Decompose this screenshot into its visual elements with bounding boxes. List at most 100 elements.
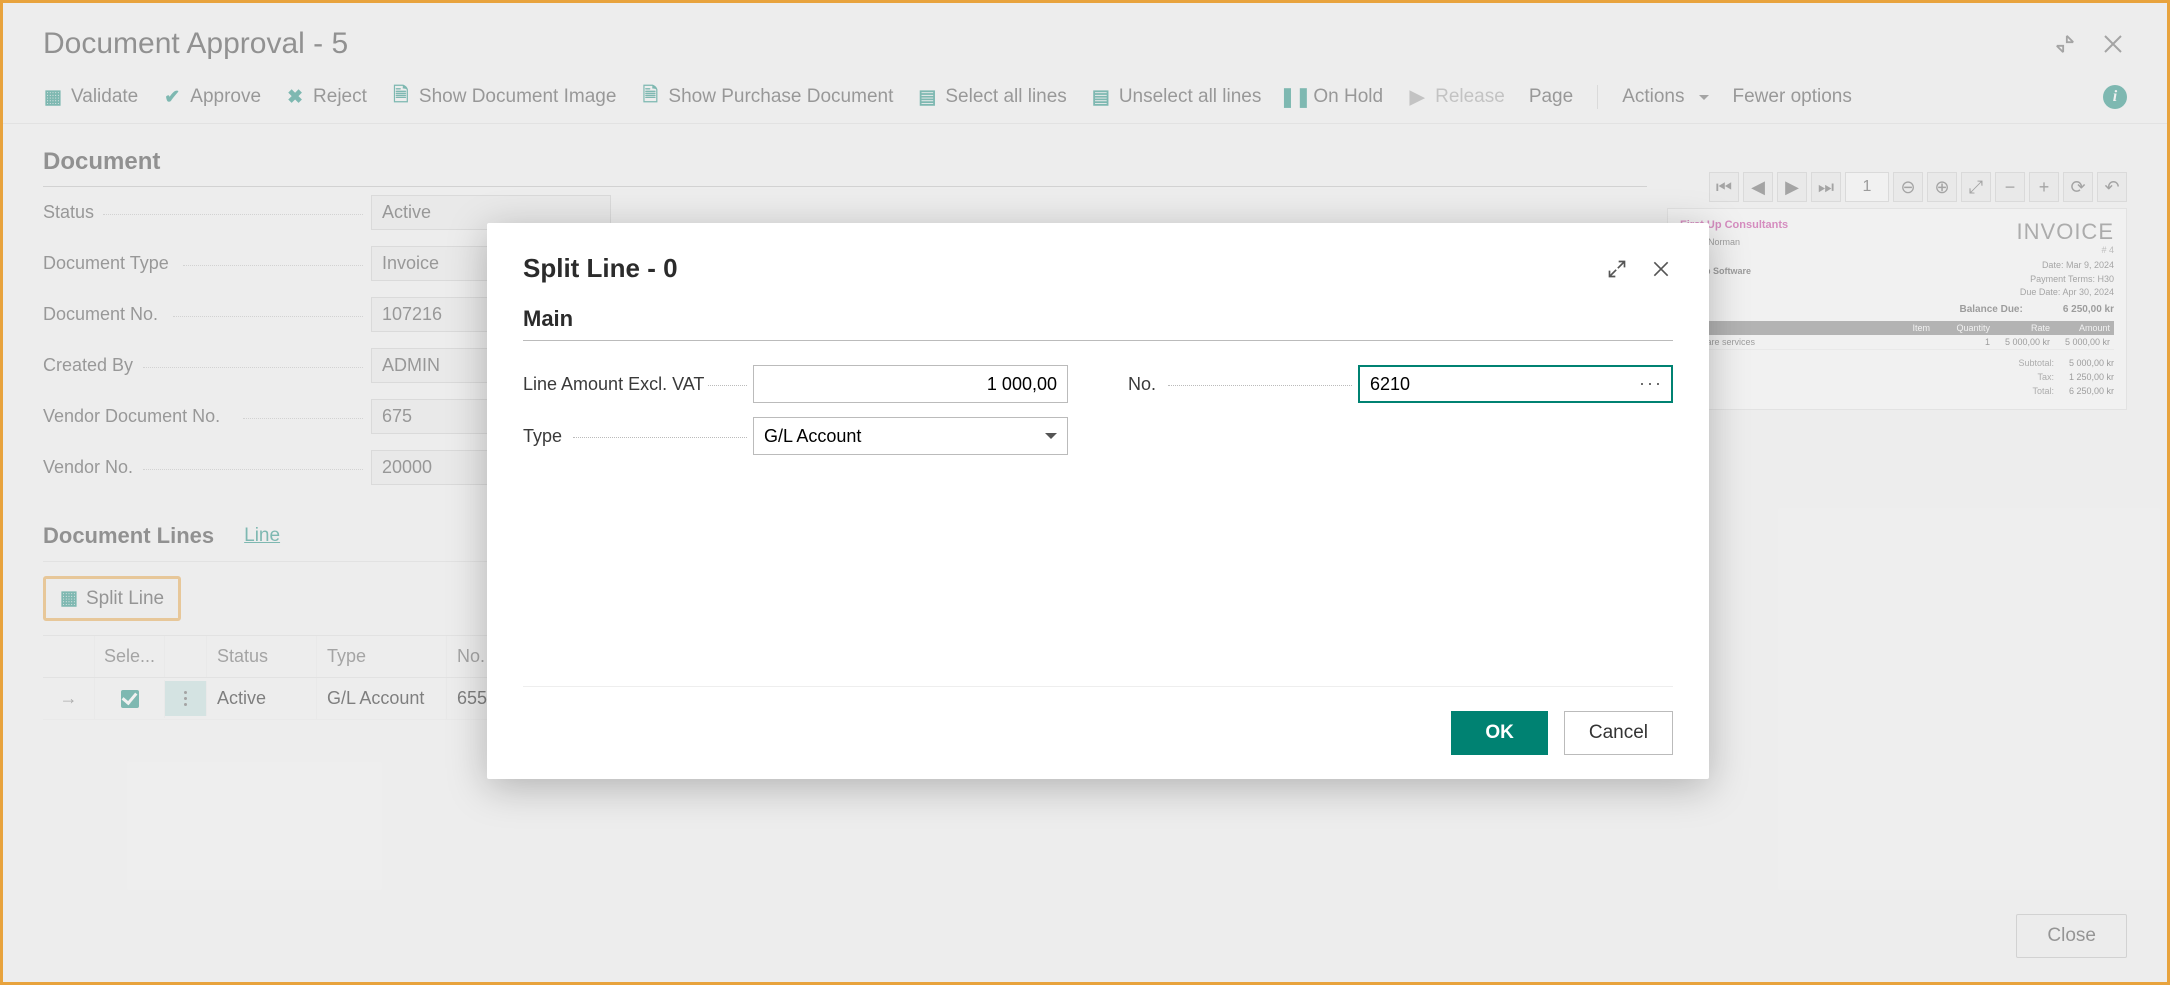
- inv-tax: 1 250,00 kr: [2054, 370, 2114, 384]
- row-menu[interactable]: [165, 681, 207, 716]
- line-amount-input[interactable]: [753, 365, 1068, 403]
- invoice-balance-label: Balance Due:: [1959, 304, 2022, 315]
- reject-button[interactable]: ✖ Reject: [285, 86, 367, 108]
- vendorno-label: Vendor No.: [43, 457, 363, 478]
- modal-section-title: Main: [523, 306, 1673, 341]
- vendordoc-label: Vendor Document No.: [43, 406, 363, 427]
- invoice-terms-label: Payment Terms:: [2030, 274, 2095, 284]
- type-select[interactable]: G/L Account: [753, 417, 1068, 455]
- unselect-all-label: Unselect all lines: [1119, 86, 1262, 108]
- release-button: ▶ Release: [1407, 86, 1505, 108]
- row-status: Active: [207, 678, 317, 719]
- fewer-options-button[interactable]: Fewer options: [1733, 86, 1852, 108]
- inv-th-amount: Amount: [2050, 323, 2110, 333]
- page-title: Document Approval - 5: [43, 27, 348, 61]
- no-input[interactable]: [1358, 365, 1673, 403]
- docno-label: Document No.: [43, 304, 363, 325]
- select-all-label: Select all lines: [945, 86, 1066, 108]
- th-type[interactable]: Type: [317, 636, 447, 677]
- th-status[interactable]: Status: [207, 636, 317, 677]
- type-label: Type: [523, 426, 753, 447]
- show-purchase-doc-label: Show Purchase Document: [668, 86, 893, 108]
- validate-icon: ▦: [43, 87, 63, 107]
- check-icon: ✔: [162, 87, 182, 107]
- toolbar-separator: [1597, 85, 1598, 109]
- play-icon: ▶: [1407, 87, 1427, 107]
- row-checkbox[interactable]: [121, 690, 139, 708]
- show-purchase-doc-button[interactable]: 🗎 Show Purchase Document: [640, 86, 893, 108]
- expand-icon[interactable]: [1605, 257, 1629, 281]
- chevron-down-icon: [1045, 433, 1057, 445]
- on-hold-button[interactable]: ❚❚ On Hold: [1285, 86, 1383, 108]
- fewer-options-label: Fewer options: [1733, 86, 1852, 108]
- line-link[interactable]: Line: [244, 525, 280, 547]
- status-label: Status: [43, 202, 363, 223]
- invoice-no: # 4: [1959, 245, 2114, 255]
- split-line-icon: ▦: [60, 587, 78, 610]
- no-label: No.: [1128, 374, 1358, 395]
- invoice-terms: H30: [2097, 274, 2114, 284]
- createdby-label: Created By: [43, 355, 363, 376]
- inv-row-qty: 1: [1930, 337, 1990, 347]
- validate-button[interactable]: ▦ Validate: [43, 86, 138, 108]
- invoice-due-label: Due Date:: [2020, 287, 2061, 297]
- inv-th-rate: Rate: [1990, 323, 2050, 333]
- collapse-icon[interactable]: [2051, 30, 2079, 58]
- modal-title: Split Line - 0: [523, 253, 678, 284]
- type-value: G/L Account: [764, 426, 861, 447]
- pause-icon: ❚❚: [1285, 87, 1305, 107]
- last-page-icon[interactable]: ⏭: [1811, 172, 1841, 202]
- release-label: Release: [1435, 86, 1505, 108]
- ok-button[interactable]: OK: [1451, 711, 1548, 755]
- doc-icon: 🗎: [640, 87, 660, 107]
- select-all-button[interactable]: ▤ Select all lines: [917, 86, 1066, 108]
- inv-th-qty: Quantity: [1930, 323, 1990, 333]
- row-arrow-icon[interactable]: →: [43, 678, 95, 719]
- actions-dropdown[interactable]: Actions: [1622, 86, 1708, 108]
- split-line-button[interactable]: ▦ Split Line: [43, 576, 181, 621]
- inv-tax-label: Tax:: [1974, 370, 2054, 384]
- cancel-button[interactable]: Cancel: [1564, 711, 1673, 755]
- close-icon[interactable]: [2099, 30, 2127, 58]
- inv-row-amount: 5 000,00 kr: [2050, 337, 2110, 347]
- first-page-icon[interactable]: ⏮: [1709, 172, 1739, 202]
- inv-subtotal: 5 000,00 kr: [2054, 356, 2114, 370]
- approve-button[interactable]: ✔ Approve: [162, 86, 261, 108]
- refresh-icon[interactable]: ⟳: [2063, 172, 2093, 202]
- show-doc-image-button[interactable]: 🗎Show Document Image: [391, 86, 617, 108]
- approve-label: Approve: [190, 86, 261, 108]
- zoom-out-icon[interactable]: ⊖: [1893, 172, 1923, 202]
- actions-label: Actions: [1622, 86, 1684, 108]
- undo-icon[interactable]: ↶: [2097, 172, 2127, 202]
- unselect-all-button[interactable]: ▤Unselect all lines: [1091, 86, 1262, 108]
- on-hold-label: On Hold: [1313, 86, 1383, 108]
- validate-label: Validate: [71, 86, 138, 108]
- page-label: Page: [1529, 86, 1573, 108]
- reject-label: Reject: [313, 86, 367, 108]
- zoom-in-icon[interactable]: ⊕: [1927, 172, 1957, 202]
- select-all-icon: ▤: [917, 87, 937, 107]
- invoice-title: INVOICE: [1959, 219, 2114, 245]
- split-line-modal: Split Line - 0 Main Line Amount Excl. VA…: [487, 223, 1709, 779]
- inv-row-item: Software services: [1684, 337, 1930, 347]
- minus-icon[interactable]: −: [1995, 172, 2025, 202]
- th-sele[interactable]: Sele...: [95, 636, 165, 677]
- prev-page-icon[interactable]: ◀: [1743, 172, 1773, 202]
- doctype-label: Document Type: [43, 253, 363, 274]
- close-button[interactable]: Close: [2016, 914, 2127, 958]
- doclines-title: Document Lines: [43, 523, 214, 549]
- invoice-balance: 6 250,00 kr: [2063, 304, 2114, 315]
- page-number-input[interactable]: [1845, 172, 1889, 202]
- info-icon[interactable]: i: [2103, 85, 2127, 109]
- invoice-date: Mar 9, 2024: [2066, 260, 2114, 270]
- page-button[interactable]: Page: [1529, 86, 1573, 108]
- next-page-icon[interactable]: ▶: [1777, 172, 1807, 202]
- lookup-icon[interactable]: ···: [1639, 373, 1663, 394]
- modal-close-icon[interactable]: [1649, 257, 1673, 281]
- line-amount-label: Line Amount Excl. VAT: [523, 374, 753, 395]
- open-external-icon[interactable]: ⤢: [1961, 172, 1991, 202]
- split-line-label: Split Line: [86, 588, 164, 610]
- x-icon: ✖: [285, 87, 305, 107]
- plus-icon[interactable]: +: [2029, 172, 2059, 202]
- inv-row-rate: 5 000,00 kr: [1990, 337, 2050, 347]
